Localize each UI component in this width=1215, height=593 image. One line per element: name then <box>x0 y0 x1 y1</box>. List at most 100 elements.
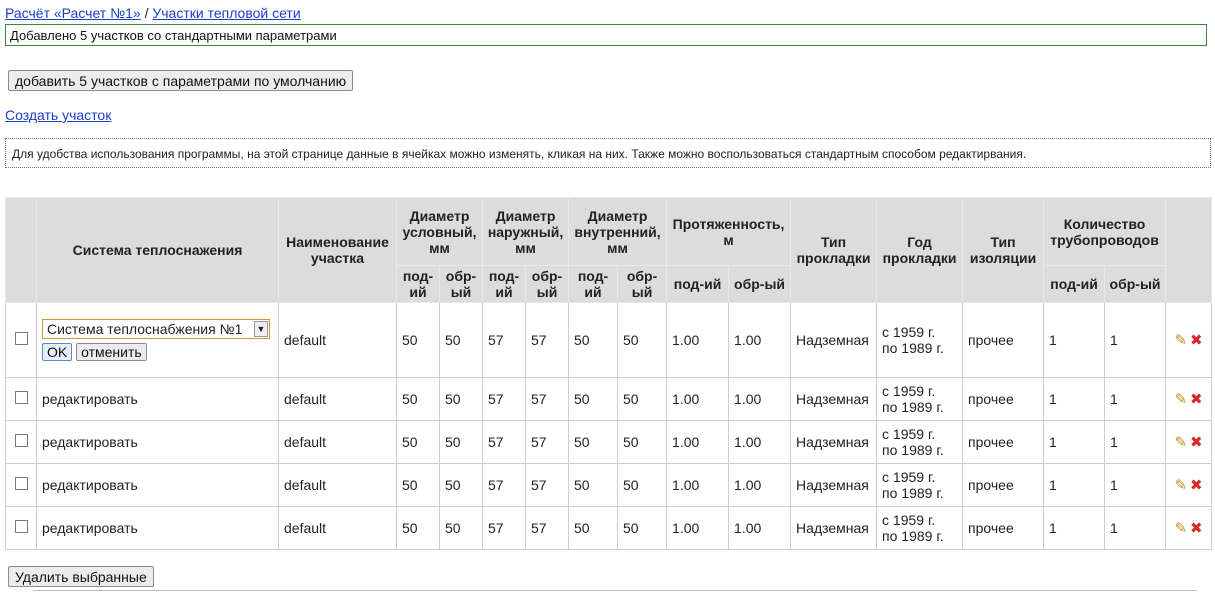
insul-type[interactable]: прочее <box>962 463 1045 507</box>
section-name[interactable]: default <box>278 302 397 378</box>
lay-type[interactable]: Надземная <box>790 420 878 464</box>
length-return[interactable]: 1.00 <box>728 377 792 421</box>
length-return[interactable]: 1.00 <box>728 463 792 507</box>
diam-inner-return[interactable]: 50 <box>617 302 668 378</box>
pencil-icon[interactable]: ✎ <box>1174 434 1187 451</box>
ok-button[interactable]: OK <box>42 343 73 361</box>
diam-cond-return[interactable]: 50 <box>438 463 484 507</box>
diam-inner-supply[interactable]: 50 <box>568 420 619 464</box>
lay-year[interactable]: с 1959 г. по 1989 г. <box>876 302 964 378</box>
diam-outer-return[interactable]: 57 <box>525 302 570 378</box>
diam-cond-supply[interactable]: 50 <box>396 377 440 421</box>
diam-outer-supply[interactable]: 57 <box>482 420 527 464</box>
diam-inner-supply[interactable]: 50 <box>568 463 619 507</box>
pencil-icon[interactable]: ✎ <box>1174 477 1187 494</box>
lay-year[interactable]: с 1959 г. по 1989 г. <box>876 463 964 507</box>
lay-year[interactable]: с 1959 г. по 1989 г. <box>876 420 964 464</box>
row-checkbox[interactable] <box>14 332 28 345</box>
pencil-icon[interactable]: ✎ <box>1174 332 1187 349</box>
diam-inner-return[interactable]: 50 <box>617 377 668 421</box>
insul-type[interactable]: прочее <box>962 506 1045 550</box>
row-checkbox[interactable] <box>14 477 28 490</box>
section-name[interactable]: default <box>278 377 397 421</box>
insul-type[interactable]: прочее <box>962 377 1045 421</box>
chevron-down-icon[interactable]: ▼ <box>254 321 268 337</box>
insul-type[interactable]: прочее <box>962 302 1045 378</box>
length-supply[interactable]: 1.00 <box>666 302 730 378</box>
pencil-icon[interactable]: ✎ <box>1174 520 1187 537</box>
diam-cond-supply[interactable]: 50 <box>396 302 440 378</box>
header-actions <box>1165 197 1213 303</box>
diam-cond-supply[interactable]: 50 <box>396 420 440 464</box>
length-return[interactable]: 1.00 <box>728 420 792 464</box>
pipe-count-return[interactable]: 1 <box>1104 420 1167 464</box>
system-select[interactable]: Система теплоснабжения №1 ▼ <box>42 319 270 339</box>
length-return[interactable]: 1.00 <box>728 506 792 550</box>
diam-outer-return[interactable]: 57 <box>525 463 570 507</box>
system-edit-link[interactable]: редактировать <box>36 377 279 421</box>
lay-type[interactable]: Надземная <box>790 506 878 550</box>
section-name[interactable]: default <box>278 420 397 464</box>
length-supply[interactable]: 1.00 <box>666 420 730 464</box>
diam-cond-supply[interactable]: 50 <box>396 506 440 550</box>
diam-cond-return[interactable]: 50 <box>438 420 484 464</box>
diam-cond-supply[interactable]: 50 <box>396 463 440 507</box>
length-supply[interactable]: 1.00 <box>666 506 730 550</box>
breadcrumb-sections-link[interactable]: Участки тепловой сети <box>152 5 300 21</box>
insul-type[interactable]: прочее <box>962 420 1045 464</box>
delete-cross-icon[interactable]: ✖ <box>1190 434 1203 451</box>
diam-inner-return[interactable]: 50 <box>617 463 668 507</box>
diam-cond-return[interactable]: 50 <box>438 506 484 550</box>
create-section-link[interactable]: Создать участок <box>5 107 111 123</box>
lay-type[interactable]: Надземная <box>790 463 878 507</box>
length-supply[interactable]: 1.00 <box>666 463 730 507</box>
length-supply[interactable]: 1.00 <box>666 377 730 421</box>
section-name[interactable]: default <box>278 506 397 550</box>
delete-selected-button[interactable]: Удалить выбранные <box>8 566 154 587</box>
pipe-count-return[interactable]: 1 <box>1104 377 1167 421</box>
diam-outer-supply[interactable]: 57 <box>482 377 527 421</box>
pipe-count-supply[interactable]: 1 <box>1043 506 1106 550</box>
diam-outer-return[interactable]: 57 <box>525 506 570 550</box>
row-checkbox[interactable] <box>14 520 28 533</box>
diam-outer-supply[interactable]: 57 <box>482 506 527 550</box>
length-return[interactable]: 1.00 <box>728 302 792 378</box>
system-edit-link[interactable]: редактировать <box>36 420 279 464</box>
diam-cond-return[interactable]: 50 <box>438 302 484 378</box>
section-name[interactable]: default <box>278 463 397 507</box>
diam-inner-supply[interactable]: 50 <box>568 302 619 378</box>
delete-cross-icon[interactable]: ✖ <box>1190 520 1203 537</box>
diam-cond-return[interactable]: 50 <box>438 377 484 421</box>
diam-outer-return[interactable]: 57 <box>525 420 570 464</box>
pipe-count-supply[interactable]: 1 <box>1043 420 1106 464</box>
sections-table: Система теплоснажения Наименование участ… <box>5 197 1213 550</box>
lay-year[interactable]: с 1959 г. по 1989 г. <box>876 506 964 550</box>
cancel-button[interactable]: отменить <box>76 343 147 361</box>
delete-cross-icon[interactable]: ✖ <box>1190 391 1203 408</box>
row-checkbox[interactable] <box>14 391 28 404</box>
lay-type[interactable]: Надземная <box>790 377 878 421</box>
pipe-count-return[interactable]: 1 <box>1104 463 1167 507</box>
row-checkbox[interactable] <box>14 434 28 447</box>
diam-inner-return[interactable]: 50 <box>617 506 668 550</box>
pencil-icon[interactable]: ✎ <box>1174 391 1187 408</box>
pipe-count-supply[interactable]: 1 <box>1043 463 1106 507</box>
system-edit-link[interactable]: редактировать <box>36 463 279 507</box>
pipe-count-return[interactable]: 1 <box>1104 302 1167 378</box>
system-edit-link[interactable]: редактировать <box>36 506 279 550</box>
diam-outer-supply[interactable]: 57 <box>482 302 527 378</box>
pipe-count-return[interactable]: 1 <box>1104 506 1167 550</box>
lay-type[interactable]: Надземная <box>790 302 878 378</box>
delete-cross-icon[interactable]: ✖ <box>1190 477 1203 494</box>
diam-inner-supply[interactable]: 50 <box>568 377 619 421</box>
add-default-sections-button[interactable]: добавить 5 участков с параметрами по умо… <box>8 70 354 91</box>
diam-outer-return[interactable]: 57 <box>525 377 570 421</box>
lay-year[interactable]: с 1959 г. по 1989 г. <box>876 377 964 421</box>
pipe-count-supply[interactable]: 1 <box>1043 302 1106 378</box>
delete-cross-icon[interactable]: ✖ <box>1190 332 1203 349</box>
breadcrumb-calc-link[interactable]: Расчёт «Расчет №1» <box>5 5 141 21</box>
pipe-count-supply[interactable]: 1 <box>1043 377 1106 421</box>
diam-inner-return[interactable]: 50 <box>617 420 668 464</box>
diam-outer-supply[interactable]: 57 <box>482 463 527 507</box>
diam-inner-supply[interactable]: 50 <box>568 506 619 550</box>
